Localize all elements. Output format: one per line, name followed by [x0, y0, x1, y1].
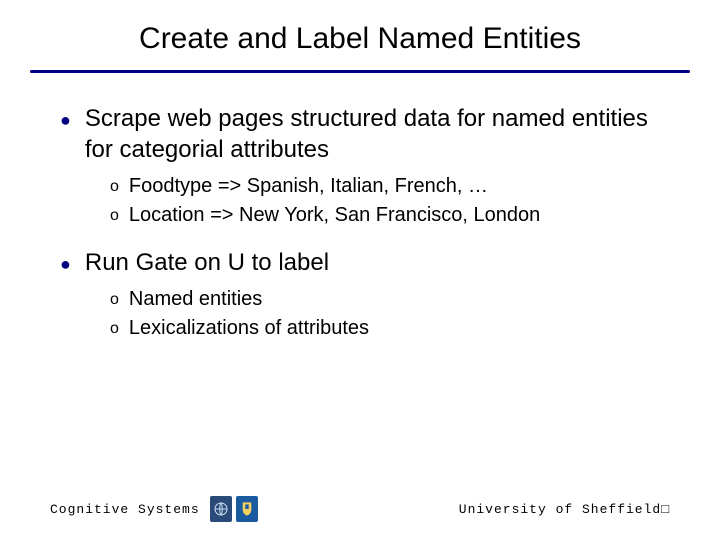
sub-bullet-icon: o — [110, 289, 119, 311]
footer: Cognitive Systems University of Sheffiel… — [0, 496, 720, 522]
sub-bullet-text: Lexicalizations of attributes — [129, 315, 670, 342]
sub-bullet-item: o Named entities — [110, 286, 670, 313]
slide-title: Create and Label Named Entities — [50, 20, 670, 58]
slide: Create and Label Named Entities ● Scrape… — [0, 0, 720, 540]
crest-logo-icon — [236, 496, 258, 522]
bullet-item: ● Run Gate on U to label — [60, 247, 670, 278]
sublist: o Named entities o Lexicalizations of at… — [110, 286, 670, 342]
sub-bullet-item: o Location => New York, San Francisco, L… — [110, 202, 670, 229]
sub-bullet-item: o Lexicalizations of attributes — [110, 315, 670, 342]
footer-left: Cognitive Systems — [50, 496, 258, 522]
sub-bullet-text: Named entities — [129, 286, 670, 313]
sub-bullet-icon: o — [110, 318, 119, 340]
logo-group — [210, 496, 258, 522]
sublist: o Foodtype => Spanish, Italian, French, … — [110, 173, 670, 229]
sub-bullet-item: o Foodtype => Spanish, Italian, French, … — [110, 173, 670, 200]
sub-bullet-text: Foodtype => Spanish, Italian, French, … — [129, 173, 670, 200]
divider-line — [30, 70, 690, 73]
footer-right-text: University of Sheffield□ — [459, 502, 670, 517]
sub-bullet-icon: o — [110, 176, 119, 198]
bullet-dot-icon: ● — [60, 253, 71, 276]
bullet-dot-icon: ● — [60, 109, 71, 132]
bullet-text: Run Gate on U to label — [85, 247, 670, 278]
bullet-text: Scrape web pages structured data for nam… — [85, 103, 670, 165]
sub-bullet-text: Location => New York, San Francisco, Lon… — [129, 202, 670, 229]
content-area: ● Scrape web pages structured data for n… — [50, 103, 670, 343]
bullet-item: ● Scrape web pages structured data for n… — [60, 103, 670, 165]
footer-left-text: Cognitive Systems — [50, 502, 200, 517]
globe-logo-icon — [210, 496, 232, 522]
sub-bullet-icon: o — [110, 205, 119, 227]
